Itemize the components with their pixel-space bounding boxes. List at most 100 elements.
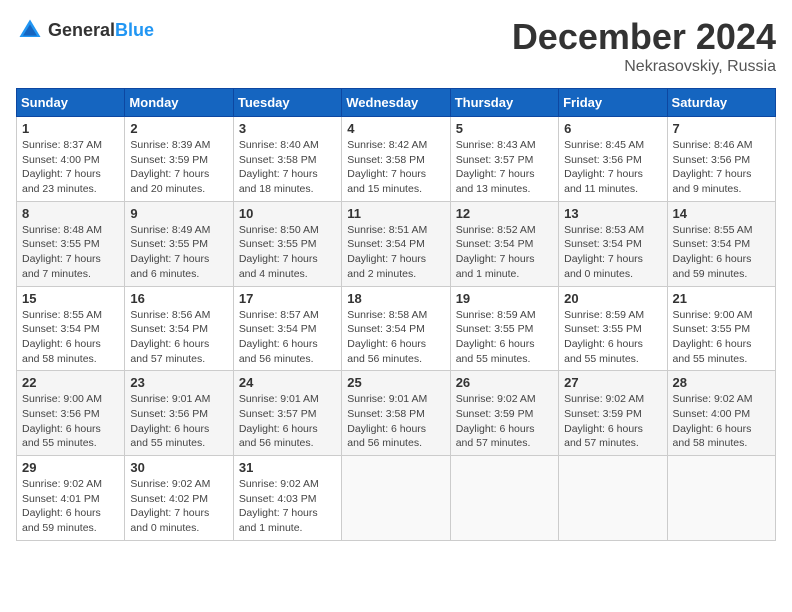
day-detail: Sunrise: 8:37 AM Sunset: 4:00 PM Dayligh…	[22, 138, 119, 197]
day-detail: Sunrise: 9:00 AM Sunset: 3:55 PM Dayligh…	[673, 308, 770, 367]
logo-general: General	[48, 20, 115, 40]
calendar-cell	[667, 456, 775, 541]
day-detail: Sunrise: 8:59 AM Sunset: 3:55 PM Dayligh…	[456, 308, 553, 367]
day-number: 14	[673, 206, 770, 221]
day-number: 11	[347, 206, 444, 221]
day-number: 27	[564, 375, 661, 390]
calendar-cell: 13 Sunrise: 8:53 AM Sunset: 3:54 PM Dayli…	[559, 201, 667, 286]
calendar-week-2: 8 Sunrise: 8:48 AM Sunset: 3:55 PM Daylig…	[17, 201, 776, 286]
day-number: 19	[456, 291, 553, 306]
col-thursday: Thursday	[450, 89, 558, 117]
calendar-cell: 12Sunrise: 8:52 AM Sunset: 3:54 PM Dayli…	[450, 201, 558, 286]
calendar-cell: 25Sunrise: 9:01 AM Sunset: 3:58 PM Dayli…	[342, 371, 450, 456]
calendar-cell: 29 Sunrise: 9:02 AM Sunset: 4:01 PM Dayli…	[17, 456, 125, 541]
day-detail: Sunrise: 9:01 AM Sunset: 3:57 PM Dayligh…	[239, 392, 336, 451]
calendar-cell: 8 Sunrise: 8:48 AM Sunset: 3:55 PM Daylig…	[17, 201, 125, 286]
col-tuesday: Tuesday	[233, 89, 341, 117]
calendar-cell: 5 Sunrise: 8:43 AM Sunset: 3:57 PM Daylig…	[450, 117, 558, 202]
day-detail: Sunrise: 9:01 AM Sunset: 3:58 PM Dayligh…	[347, 392, 444, 451]
day-number: 15	[22, 291, 119, 306]
calendar-cell	[342, 456, 450, 541]
calendar-cell: 19 Sunrise: 8:59 AM Sunset: 3:55 PM Dayli…	[450, 286, 558, 371]
calendar-cell	[450, 456, 558, 541]
day-number: 20	[564, 291, 661, 306]
day-detail: Sunrise: 9:00 AM Sunset: 3:56 PM Dayligh…	[22, 392, 119, 451]
col-saturday: Saturday	[667, 89, 775, 117]
calendar-cell: 30Sunrise: 9:02 AM Sunset: 4:02 PM Dayli…	[125, 456, 233, 541]
calendar-cell: 15 Sunrise: 8:55 AM Sunset: 3:54 PM Dayli…	[17, 286, 125, 371]
calendar-cell: 17 Sunrise: 8:57 AM Sunset: 3:54 PM Dayli…	[233, 286, 341, 371]
day-number: 2	[130, 121, 227, 136]
day-number: 24	[239, 375, 336, 390]
day-detail: Sunrise: 8:55 AM Sunset: 3:54 PM Dayligh…	[673, 223, 770, 282]
calendar-cell: 6 Sunrise: 8:45 AM Sunset: 3:56 PM Daylig…	[559, 117, 667, 202]
day-detail: Sunrise: 9:01 AM Sunset: 3:56 PM Dayligh…	[130, 392, 227, 451]
calendar-cell: 7 Sunrise: 8:46 AM Sunset: 3:56 PM Daylig…	[667, 117, 775, 202]
day-detail: Sunrise: 9:02 AM Sunset: 3:59 PM Dayligh…	[456, 392, 553, 451]
day-number: 29	[22, 460, 119, 475]
day-detail: Sunrise: 8:39 AM Sunset: 3:59 PM Dayligh…	[130, 138, 227, 197]
calendar-cell: 18 Sunrise: 8:58 AM Sunset: 3:54 PM Dayli…	[342, 286, 450, 371]
day-number: 5	[456, 121, 553, 136]
col-wednesday: Wednesday	[342, 89, 450, 117]
calendar-cell: 16 Sunrise: 8:56 AM Sunset: 3:54 PM Dayli…	[125, 286, 233, 371]
day-detail: Sunrise: 8:46 AM Sunset: 3:56 PM Dayligh…	[673, 138, 770, 197]
day-number: 10	[239, 206, 336, 221]
day-number: 28	[673, 375, 770, 390]
calendar-cell: 28 Sunrise: 9:02 AM Sunset: 4:00 PM Dayli…	[667, 371, 775, 456]
calendar-cell: 14 Sunrise: 8:55 AM Sunset: 3:54 PM Dayli…	[667, 201, 775, 286]
day-number: 9	[130, 206, 227, 221]
day-number: 1	[22, 121, 119, 136]
calendar-cell: 1 Sunrise: 8:37 AM Sunset: 4:00 PM Daylig…	[17, 117, 125, 202]
calendar-cell: 27Sunrise: 9:02 AM Sunset: 3:59 PM Dayli…	[559, 371, 667, 456]
day-number: 4	[347, 121, 444, 136]
day-detail: Sunrise: 8:58 AM Sunset: 3:54 PM Dayligh…	[347, 308, 444, 367]
day-number: 18	[347, 291, 444, 306]
day-number: 22	[22, 375, 119, 390]
day-number: 23	[130, 375, 227, 390]
day-detail: Sunrise: 8:49 AM Sunset: 3:55 PM Dayligh…	[130, 223, 227, 282]
calendar-week-4: 22 Sunrise: 9:00 AM Sunset: 3:56 PM Dayli…	[17, 371, 776, 456]
day-number: 7	[673, 121, 770, 136]
day-detail: Sunrise: 8:43 AM Sunset: 3:57 PM Dayligh…	[456, 138, 553, 197]
day-detail: Sunrise: 9:02 AM Sunset: 4:01 PM Dayligh…	[22, 477, 119, 536]
day-number: 6	[564, 121, 661, 136]
calendar-cell: 3Sunrise: 8:40 AM Sunset: 3:58 PM Daylig…	[233, 117, 341, 202]
day-detail: Sunrise: 8:50 AM Sunset: 3:55 PM Dayligh…	[239, 223, 336, 282]
logo: GeneralBlue	[16, 16, 154, 44]
day-detail: Sunrise: 8:42 AM Sunset: 3:58 PM Dayligh…	[347, 138, 444, 197]
calendar-cell	[559, 456, 667, 541]
calendar-cell: 20 Sunrise: 8:59 AM Sunset: 3:55 PM Dayli…	[559, 286, 667, 371]
calendar-week-3: 15 Sunrise: 8:55 AM Sunset: 3:54 PM Dayli…	[17, 286, 776, 371]
day-number: 8	[22, 206, 119, 221]
col-monday: Monday	[125, 89, 233, 117]
day-detail: Sunrise: 9:02 AM Sunset: 4:03 PM Dayligh…	[239, 477, 336, 536]
day-detail: Sunrise: 8:53 AM Sunset: 3:54 PM Dayligh…	[564, 223, 661, 282]
calendar-cell: 4 Sunrise: 8:42 AM Sunset: 3:58 PM Daylig…	[342, 117, 450, 202]
calendar-cell: 31 Sunrise: 9:02 AM Sunset: 4:03 PM Dayli…	[233, 456, 341, 541]
page-header: GeneralBlue December 2024 Nekrasovskiy, …	[16, 16, 776, 76]
day-number: 30	[130, 460, 227, 475]
day-detail: Sunrise: 8:48 AM Sunset: 3:55 PM Dayligh…	[22, 223, 119, 282]
day-detail: Sunrise: 8:57 AM Sunset: 3:54 PM Dayligh…	[239, 308, 336, 367]
day-detail: Sunrise: 8:56 AM Sunset: 3:54 PM Dayligh…	[130, 308, 227, 367]
day-detail: Sunrise: 8:55 AM Sunset: 3:54 PM Dayligh…	[22, 308, 119, 367]
calendar-cell: 26Sunrise: 9:02 AM Sunset: 3:59 PM Dayli…	[450, 371, 558, 456]
logo-blue: Blue	[115, 20, 154, 40]
day-number: 17	[239, 291, 336, 306]
title-block: December 2024 Nekrasovskiy, Russia	[512, 16, 776, 76]
day-number: 31	[239, 460, 336, 475]
day-detail: Sunrise: 8:59 AM Sunset: 3:55 PM Dayligh…	[564, 308, 661, 367]
day-detail: Sunrise: 8:51 AM Sunset: 3:54 PM Dayligh…	[347, 223, 444, 282]
calendar-week-5: 29 Sunrise: 9:02 AM Sunset: 4:01 PM Dayli…	[17, 456, 776, 541]
calendar-cell: 23 Sunrise: 9:01 AM Sunset: 3:56 PM Dayli…	[125, 371, 233, 456]
day-detail: Sunrise: 8:45 AM Sunset: 3:56 PM Dayligh…	[564, 138, 661, 197]
day-number: 3	[239, 121, 336, 136]
calendar-cell: 2 Sunrise: 8:39 AM Sunset: 3:59 PM Daylig…	[125, 117, 233, 202]
day-number: 16	[130, 291, 227, 306]
calendar-header-row: Sunday Monday Tuesday Wednesday Thursday…	[17, 89, 776, 117]
calendar-location: Nekrasovskiy, Russia	[512, 58, 776, 76]
calendar-cell: 9 Sunrise: 8:49 AM Sunset: 3:55 PM Daylig…	[125, 201, 233, 286]
day-detail: Sunrise: 9:02 AM Sunset: 4:00 PM Dayligh…	[673, 392, 770, 451]
day-number: 13	[564, 206, 661, 221]
